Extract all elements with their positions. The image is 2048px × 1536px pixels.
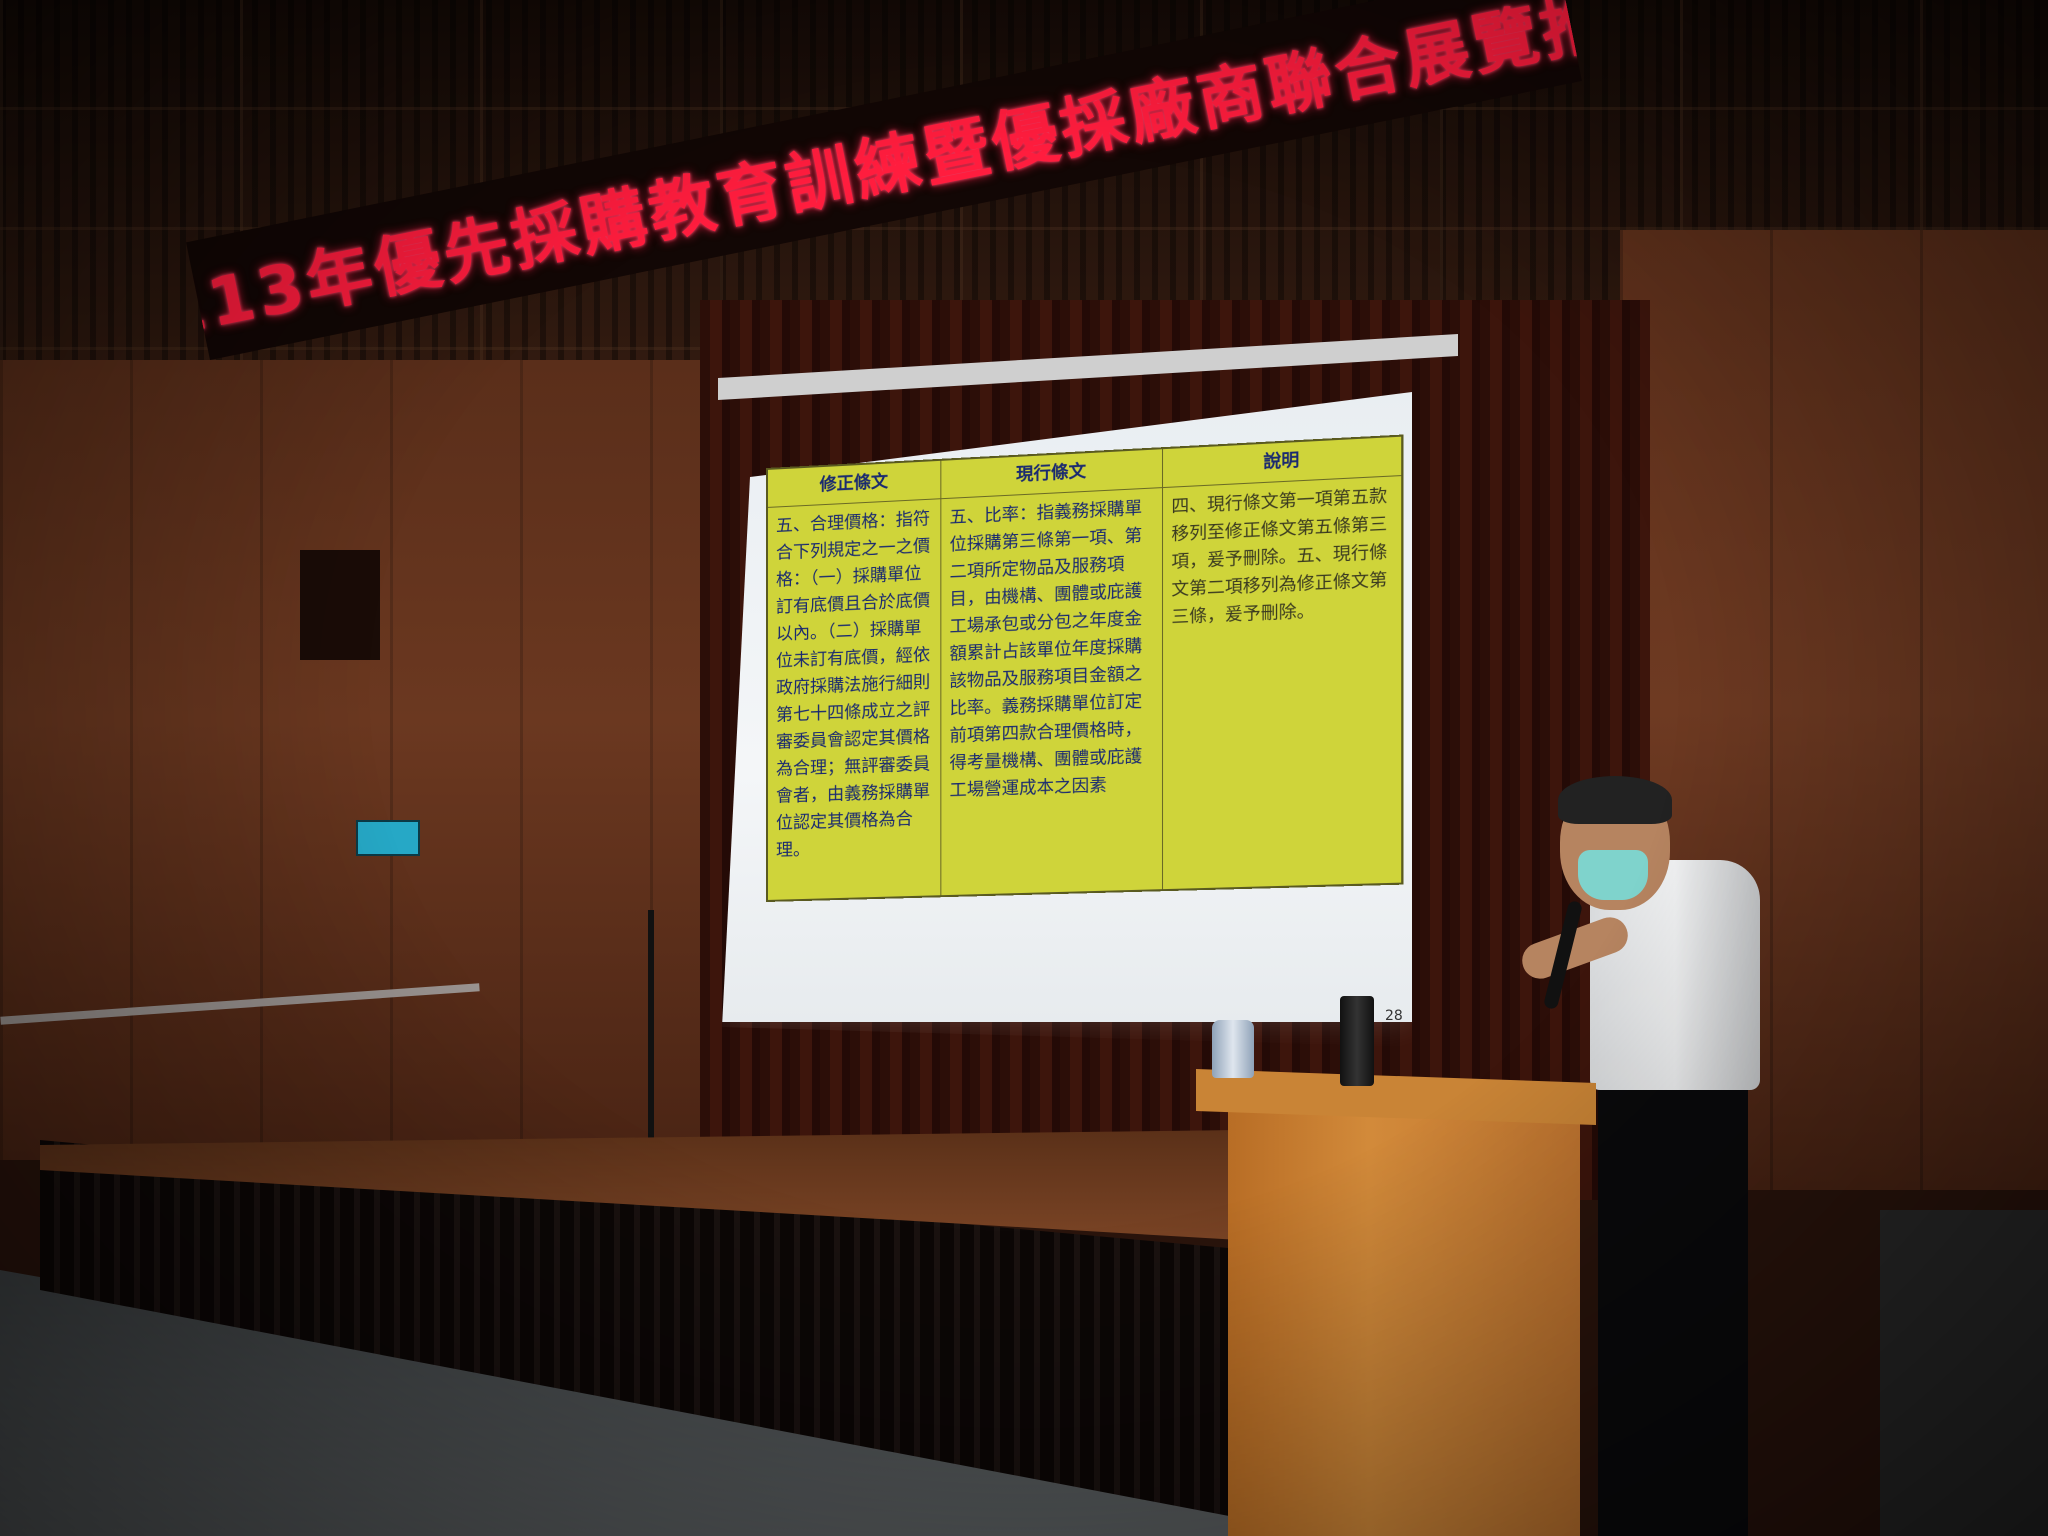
podium — [1228, 1110, 1580, 1536]
water-bottle — [1212, 1020, 1254, 1078]
auditorium-photo: 嘉市113年優先採購教育訓練暨優採廠商聯合展覽推廣會 修正條文 現行條文 說明 … — [0, 0, 2048, 1536]
speaker-legs — [1598, 1080, 1748, 1536]
slide-table: 修正條文 現行條文 說明 五、合理價格：指符合下列規定之一之價格：（一）採購單位… — [766, 435, 1403, 902]
equipment-cart — [1880, 1210, 2048, 1536]
slide-cell-explanation: 四、現行條文第一項第五款移列至修正條文第五條第三項，爰予刪除。五、現行條文第二項… — [1163, 476, 1401, 889]
speaker-hair — [1558, 776, 1672, 824]
tumbler — [1340, 996, 1374, 1086]
left-wall-panels — [0, 360, 760, 1160]
slide-cell-amended: 五、合理價格：指符合下列規定之一之價格：（一）採購單位訂有底價且合於底價以內。（… — [768, 499, 941, 900]
face-mask — [1578, 850, 1648, 900]
wall-speaker — [300, 550, 380, 660]
slide-cell-current: 五、比率：指義務採購單位採購第三條第一項、第二項所定物品及服務項目，由機構、團體… — [941, 488, 1163, 895]
microphone-stand — [648, 910, 654, 1150]
exit-sign — [356, 820, 420, 856]
slide-page-number: 28 — [1385, 1008, 1403, 1024]
